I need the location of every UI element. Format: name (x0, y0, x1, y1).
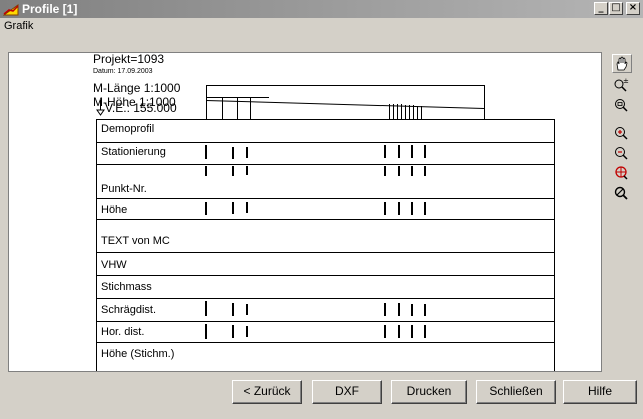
menu-bar: Grafik (0, 18, 643, 36)
help-button[interactable]: Hilfe (563, 380, 637, 404)
projekt-label: Projekt=1093 (93, 52, 165, 66)
datum-label: Datum: 17.09.2003 (93, 68, 153, 75)
band-label-stationierung: Stationierung (101, 146, 166, 158)
zoom-all-icon (615, 166, 628, 180)
minimize-button[interactable]: _ (594, 2, 608, 15)
menu-grafik[interactable]: Grafik (2, 20, 35, 32)
band-label-hoehe: Höhe (101, 204, 128, 216)
band-label-stichmass: Stichmass (101, 281, 152, 293)
back-button[interactable]: < Zurück (232, 380, 302, 404)
band-label-hoehe-stichm: Höhe (Stichm.) (101, 348, 175, 360)
zoom-in-icon (615, 127, 628, 140)
zoom-window-icon (615, 99, 628, 112)
zoom-window-button[interactable] (612, 96, 632, 115)
zoom-out-icon (615, 147, 628, 160)
profile-canvas[interactable]: Projekt=1093 Datum: 17.09.2003 M-Länge 1… (8, 52, 602, 372)
zoom-previous-button[interactable] (612, 184, 632, 203)
zoom-out-button[interactable] (612, 144, 632, 163)
window-title: Profile [1] (22, 2, 78, 16)
print-button[interactable]: Drucken (391, 380, 467, 404)
maximize-button[interactable]: □ (609, 2, 623, 15)
zoom-plus-minus-button[interactable]: ± (612, 76, 632, 95)
band-label-text-von-mc: TEXT von MC (101, 235, 170, 247)
close-button[interactable]: Schließen (476, 380, 556, 404)
zoom-all-button[interactable] (612, 164, 632, 183)
dxf-button[interactable]: DXF (312, 380, 382, 404)
band-label-vhw: VHW (101, 259, 127, 271)
band-label-demoprofil: Demoprofil (101, 123, 155, 135)
zoom-plus-minus-icon: ± (614, 77, 629, 92)
close-icon: × (628, 2, 638, 13)
svg-text:±: ± (623, 77, 629, 85)
zoom-toolbar: ± (608, 52, 638, 222)
band-label-schraegdist: Schrägdist. (101, 304, 157, 316)
profile-app-icon (3, 4, 19, 16)
zoom-previous-icon (614, 186, 628, 200)
hand-pan-icon (616, 56, 628, 71)
zoom-in-button[interactable] (612, 124, 632, 143)
pan-button[interactable] (612, 54, 632, 73)
ve-label: V.E.: 155.000 (105, 101, 177, 115)
minimize-icon: _ (598, 2, 604, 13)
close-window-button[interactable]: × (626, 2, 640, 15)
profile-window: Profile [1] _ □ × Grafik Projekt=1093 Da… (0, 0, 643, 419)
band-label-punkt-nr: Punkt-Nr. (101, 183, 147, 195)
title-bar[interactable]: Profile [1] _ □ × (0, 0, 643, 18)
maximize-icon: □ (611, 2, 621, 13)
m-laenge-label: M-Länge 1:1000 (93, 81, 181, 95)
band-label-hor-dist: Hor. dist. (101, 326, 145, 338)
